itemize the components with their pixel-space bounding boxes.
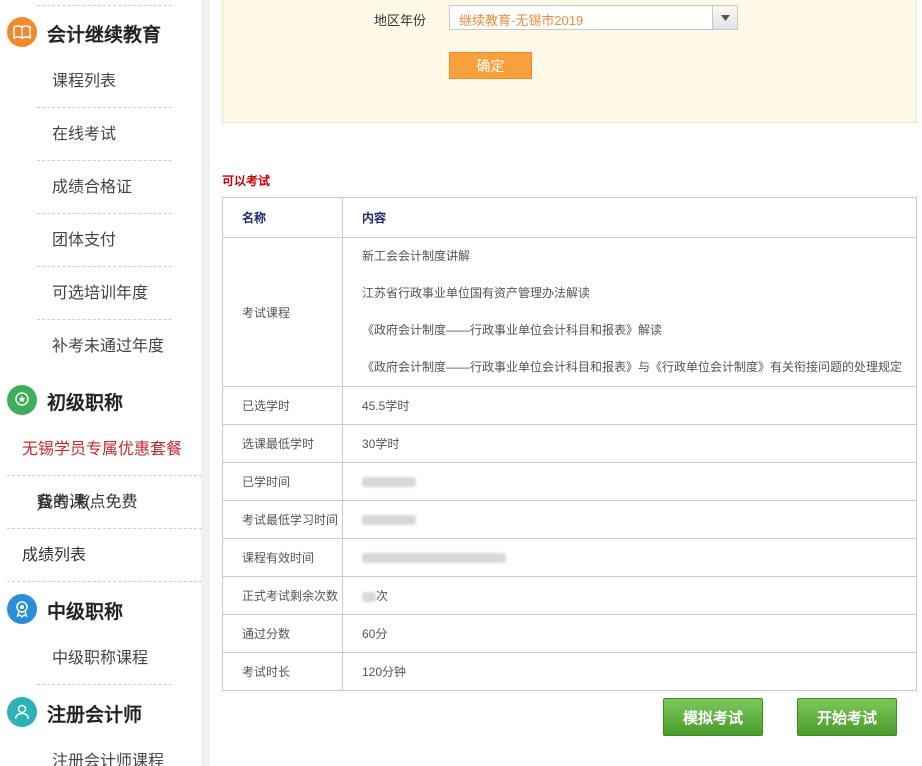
table-row: 已选学时 45.5学时 <box>222 386 917 425</box>
sidebar-item-online-exam[interactable]: 在线考试 <box>37 108 172 161</box>
category-title: 初级职称 <box>47 393 124 414</box>
row-value: 120分钟 <box>342 652 917 691</box>
course-list: 新工会会计制度讲解 江苏省行政事业单位国有资产管理办法解读 《政府会计制度——行… <box>342 237 917 387</box>
row-value: 30学时 <box>342 424 917 463</box>
medal-icon <box>7 594 37 624</box>
category-title: 会计继续教育 <box>47 25 162 46</box>
table-row: 考试时长 120分钟 <box>222 652 917 691</box>
sidebar-item-group-payment[interactable]: 团体支付 <box>37 214 172 267</box>
row-label: 已选学时 <box>222 386 343 425</box>
section-title: 可以考试 <box>222 174 271 188</box>
row-label: 考试课程 <box>222 237 343 387</box>
row-value-redacted <box>342 500 917 539</box>
table-row: 课程有效时间 <box>222 538 917 577</box>
table-row: 选课最低学时 30学时 <box>222 424 917 463</box>
row-label: 正式考试剩余次数 <box>222 576 343 615</box>
row-value-remaining: 次 <box>342 576 917 615</box>
row-label: 考试最低学习时间 <box>222 500 343 539</box>
sidebar-item-cpa-courses[interactable]: 注册会计师课程 <box>37 735 172 766</box>
category-title: 注册会计师 <box>47 705 143 726</box>
table-row-courses: 考试课程 新工会会计制度讲解 江苏省行政事业单位国有资产管理办法解读 《政府会计… <box>222 237 917 387</box>
redacted-value <box>362 515 416 526</box>
sidebar-item-label: 成绩合格证 <box>52 179 133 196</box>
row-value-redacted <box>342 462 917 501</box>
sidebar-item-label: 团体支付 <box>52 232 117 249</box>
sidebar-item-label: 补考未通过年度 <box>52 338 165 355</box>
row-label: 已学时间 <box>222 462 343 501</box>
sidebar-item-intermediate-courses[interactable]: 中级职称课程 <box>37 632 172 685</box>
redacted-value <box>362 553 506 564</box>
row-label: 选课最低学时 <box>222 424 343 463</box>
sidebar-item-label: 可选培训年度 <box>52 285 149 302</box>
sidebar-item-course-list[interactable]: 课程列表 <box>37 55 172 108</box>
table-row: 通过分数 60分 <box>222 614 917 653</box>
course-item: 江苏省行政事业单位国有资产管理办法解读 <box>362 286 591 300</box>
sidebar-item-my-courses[interactable]: 我的课(备考,考点免费) <box>7 476 202 529</box>
row-value: 45.5学时 <box>342 386 917 425</box>
mock-exam-button[interactable]: 模拟考试 <box>663 698 763 736</box>
label-highlight: 备考,考点免费 <box>37 494 138 511</box>
table-row: 已学时间 <box>222 462 917 501</box>
sidebar-item-label: 无锡学员专属优惠套餐 <box>22 441 183 458</box>
sidebar-item-scores[interactable]: 成绩列表 <box>7 529 202 582</box>
exam-info-table: 名称 内容 考试课程 新工会会计制度讲解 江苏省行政事业单位国有资产管理办法解读… <box>222 197 917 691</box>
start-exam-button[interactable]: 开始考试 <box>797 698 897 736</box>
user-icon <box>7 697 37 727</box>
region-year-label: 地区年份 <box>374 13 427 28</box>
redacted-value <box>362 477 416 488</box>
sidebar-scrollbar[interactable] <box>202 0 210 766</box>
sidebar-item-label: 中级职称课程 <box>52 650 149 667</box>
table-row: 考试最低学习时间 <box>222 500 917 539</box>
sidebar-item-label: 课程列表 <box>52 73 117 90</box>
row-value: 60分 <box>342 614 917 653</box>
header-name: 名称 <box>222 197 343 238</box>
row-value-redacted <box>342 538 917 577</box>
select-value: 继续教育-无锡市2019 <box>459 13 584 28</box>
divider <box>37 5 172 6</box>
course-item: 《政府会计制度——行政事业单位会计科目和报表》解读 <box>362 323 663 337</box>
course-item: 《政府会计制度——行政事业单位会计科目和报表》与《行政单位会计制度》有关衔接问题… <box>362 360 903 374</box>
sidebar-item-promo[interactable]: 无锡学员专属优惠套餐 <box>7 423 202 476</box>
award-icon <box>7 385 37 415</box>
label-suffix: ) <box>37 494 43 511</box>
row-label: 通过分数 <box>222 614 343 653</box>
course-item: 新工会会计制度讲解 <box>362 249 471 263</box>
category-title: 中级职称 <box>47 602 124 623</box>
row-label: 考试时长 <box>222 652 343 691</box>
filter-panel: 地区年份 继续教育-无锡市2019 确定 <box>222 0 917 123</box>
table-header-row: 名称 内容 <box>222 197 917 238</box>
book-icon <box>7 17 37 47</box>
sidebar-item-makeup-exam[interactable]: 补考未通过年度 <box>37 320 172 373</box>
sidebar-item-label: 在线考试 <box>52 126 117 143</box>
chevron-down-icon[interactable] <box>712 6 737 29</box>
row-label: 课程有效时间 <box>222 538 343 577</box>
sidebar-item-certificate[interactable]: 成绩合格证 <box>37 161 172 214</box>
sidebar-item-label: 成绩列表 <box>22 547 87 564</box>
redacted-value <box>362 591 376 602</box>
sidebar-item-training-year[interactable]: 可选培训年度 <box>37 267 172 320</box>
table-row: 正式考试剩余次数 次 <box>222 576 917 615</box>
remaining-unit: 次 <box>376 589 389 603</box>
sidebar-item-label: 注册会计师课程 <box>52 753 165 766</box>
confirm-button[interactable]: 确定 <box>449 52 532 79</box>
region-year-select[interactable]: 继续教育-无锡市2019 <box>449 5 738 30</box>
sidebar: 会计继续教育 课程列表 在线考试 成绩合格证 团体支付 可选培训年度 补考未通过… <box>0 0 202 766</box>
header-content: 内容 <box>342 197 917 238</box>
